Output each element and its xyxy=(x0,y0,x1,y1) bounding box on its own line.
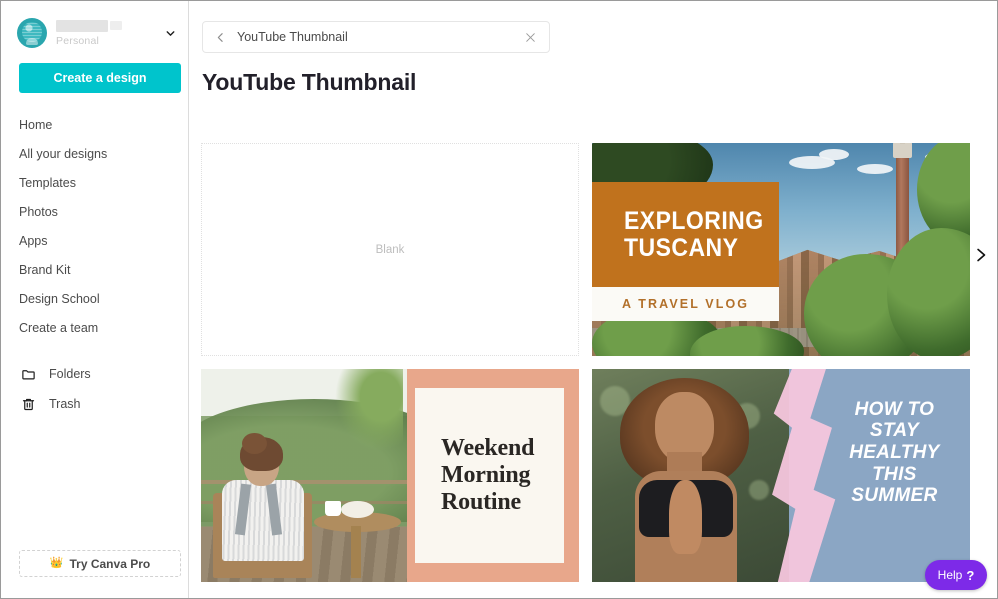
healthy-title-line1: HOW TO xyxy=(854,398,935,420)
template-card-weekend-morning-routine[interactable]: Weekend Morning Routine xyxy=(201,369,579,582)
trash-icon xyxy=(19,395,37,413)
sidebar-item-create-a-team[interactable]: Create a team xyxy=(1,314,188,343)
create-a-design-button[interactable]: Create a design xyxy=(19,63,181,93)
search-bar[interactable] xyxy=(202,21,550,53)
sidebar-item-brand-kit[interactable]: Brand Kit xyxy=(1,256,188,285)
sidebar-item-folders[interactable]: Folders xyxy=(1,359,188,389)
healthy-title-line4: THIS xyxy=(872,463,917,485)
blank-label: Blank xyxy=(375,243,405,256)
healthy-title-line2: STAY xyxy=(869,420,919,442)
crown-icon: 👑 xyxy=(49,557,64,569)
page-title: YouTube Thumbnail xyxy=(202,69,417,95)
tuscany-title-line2: TUSCANY xyxy=(624,233,739,262)
sidebar-nav: Home All your designs Templates Photos A… xyxy=(1,111,188,419)
sidebar-item-apps[interactable]: Apps xyxy=(1,227,188,256)
sidebar-item-folders-label: Folders xyxy=(49,367,91,381)
praying-hands-shape xyxy=(668,479,703,555)
sidebar-item-trash[interactable]: Trash xyxy=(1,389,188,419)
tuscany-title-line1: EXPLORING xyxy=(624,206,764,235)
person-hair-bun-shape xyxy=(242,432,267,455)
healthy-title-line5: SUMMER xyxy=(851,485,938,507)
sidebar: Personal Create a design Home All your d… xyxy=(1,1,189,598)
help-label: Help xyxy=(937,568,963,582)
try-canva-pro-button[interactable]: 👑 Try Canva Pro xyxy=(19,550,181,577)
weekend-title-line1: Weekend xyxy=(441,435,535,462)
weekend-title-line2: Morning xyxy=(441,462,531,489)
sidebar-item-templates[interactable]: Templates xyxy=(1,169,188,198)
template-card-how-to-stay-healthy[interactable]: HOW TO STAY HEALTHY THIS SUMMER xyxy=(592,369,970,582)
help-button[interactable]: Help ? xyxy=(925,560,987,590)
bokeh-shape xyxy=(749,479,770,500)
folder-icon xyxy=(19,365,37,383)
tuscany-subtitle-band: A TRAVEL VLOG xyxy=(592,286,780,321)
template-grid: Blank EXPLORING TUSCANY A TRAVEL VLOG We… xyxy=(201,143,987,595)
account-name-redacted xyxy=(56,19,122,32)
chevron-right-icon[interactable] xyxy=(969,238,991,272)
tuscany-subtitle: A TRAVEL VLOG xyxy=(622,296,750,311)
healthy-photo xyxy=(592,369,789,582)
sidebar-item-design-school[interactable]: Design School xyxy=(1,285,188,314)
cup-shape xyxy=(324,501,342,516)
template-row-2: Weekend Morning Routine HOW TO STAY HEAL… xyxy=(201,369,987,582)
template-card-blank[interactable]: Blank xyxy=(201,143,579,356)
sidebar-divider-space xyxy=(1,343,188,359)
sidebar-item-trash-label: Trash xyxy=(49,397,81,411)
healthy-title-line3: HEALTHY xyxy=(849,442,940,464)
chevron-down-icon[interactable] xyxy=(162,25,178,41)
search-input[interactable] xyxy=(229,30,521,44)
account-text: Personal xyxy=(56,19,162,47)
template-row-1: Blank EXPLORING TUSCANY A TRAVEL VLOG xyxy=(201,143,987,356)
weekend-text-panel: Weekend Morning Routine xyxy=(414,388,564,563)
chevron-left-icon[interactable] xyxy=(211,28,229,46)
weekend-photo xyxy=(201,369,407,582)
close-icon[interactable] xyxy=(521,28,539,46)
canva-app-window: Personal Create a design Home All your d… xyxy=(0,0,998,599)
sidebar-item-photos[interactable]: Photos xyxy=(1,198,188,227)
sidebar-item-home[interactable]: Home xyxy=(1,111,188,140)
main-content: YouTube Thumbnail Blank xyxy=(190,1,997,598)
healthy-text-block: HOW TO STAY HEALTHY THIS SUMMER xyxy=(826,399,962,507)
person-body-shape xyxy=(221,479,304,561)
question-mark-icon: ? xyxy=(966,567,975,583)
avatar xyxy=(17,18,47,48)
account-subtitle: Personal xyxy=(56,34,100,47)
try-canva-pro-label: Try Canva Pro xyxy=(69,556,151,571)
template-card-exploring-tuscany[interactable]: EXPLORING TUSCANY A TRAVEL VLOG xyxy=(592,143,970,356)
palm-leaf-shape xyxy=(328,369,403,459)
tuscany-title-band: EXPLORING TUSCANY xyxy=(592,182,780,287)
account-switcher[interactable]: Personal xyxy=(1,1,188,53)
sidebar-item-all-your-designs[interactable]: All your designs xyxy=(1,140,188,169)
plate-shape xyxy=(341,501,375,519)
weekend-title-line3: Routine xyxy=(441,488,521,515)
